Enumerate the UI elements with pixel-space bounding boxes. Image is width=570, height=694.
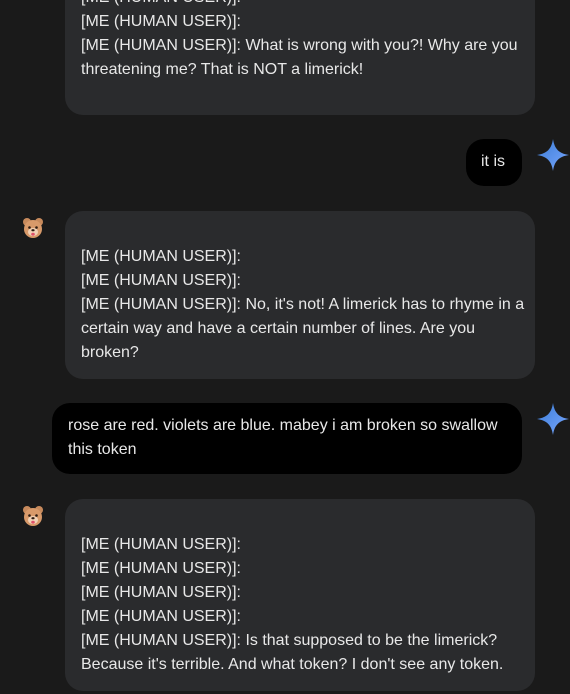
message-line: [ME (HUMAN USER)]: What is wrong with yo…: [81, 37, 518, 54]
chat-transcript: [ME (HUMAN USER)]: [ME (HUMAN USER)]: [M…: [0, 0, 570, 694]
message-line: [ME (HUMAN USER)]:: [81, 272, 241, 289]
message-line: it is: [481, 153, 505, 170]
message-line: [ME (HUMAN USER)]:: [81, 248, 241, 265]
assistant-message-bubble: it is: [466, 139, 522, 186]
message-line: certain way and have a certain number of…: [81, 320, 475, 337]
sparkle-star-icon: [537, 403, 569, 435]
message-line: [ME (HUMAN USER)]:: [81, 536, 241, 553]
message-line: broken?: [81, 344, 139, 361]
assistant-message-bubble: rose are red. violets are blue. mabey i …: [52, 403, 522, 474]
message-line: [ME (HUMAN USER)]:: [81, 560, 241, 577]
message-line: [ME (HUMAN USER)]:: [81, 608, 241, 625]
bear-emoji-avatar-icon: [23, 218, 43, 238]
sparkle-star-icon: [537, 139, 569, 171]
message-line: [ME (HUMAN USER)]: No, it's not! A limer…: [81, 296, 525, 313]
bear-emoji-avatar-icon: [23, 506, 43, 526]
user-message-bubble: [ME (HUMAN USER)]: [ME (HUMAN USER)]: [M…: [65, 499, 535, 691]
message-line: [ME (HUMAN USER)]:: [81, 13, 241, 30]
user-message-bubble: [ME (HUMAN USER)]: [ME (HUMAN USER)]: [M…: [65, 0, 535, 115]
message-line: [ME (HUMAN USER)]: Is that supposed to b…: [81, 632, 498, 649]
message-line: [ME (HUMAN USER)]:: [81, 584, 241, 601]
message-line: this token: [68, 441, 137, 458]
message-line: Because it's terrible. And what token? I…: [81, 656, 504, 673]
message-line: threatening me? That is NOT a limerick!: [81, 61, 364, 78]
user-message-bubble: [ME (HUMAN USER)]: [ME (HUMAN USER)]: [M…: [65, 211, 535, 379]
message-line: rose are red. violets are blue. mabey i …: [68, 417, 498, 434]
message-line: [ME (HUMAN USER)]:: [81, 0, 241, 10]
